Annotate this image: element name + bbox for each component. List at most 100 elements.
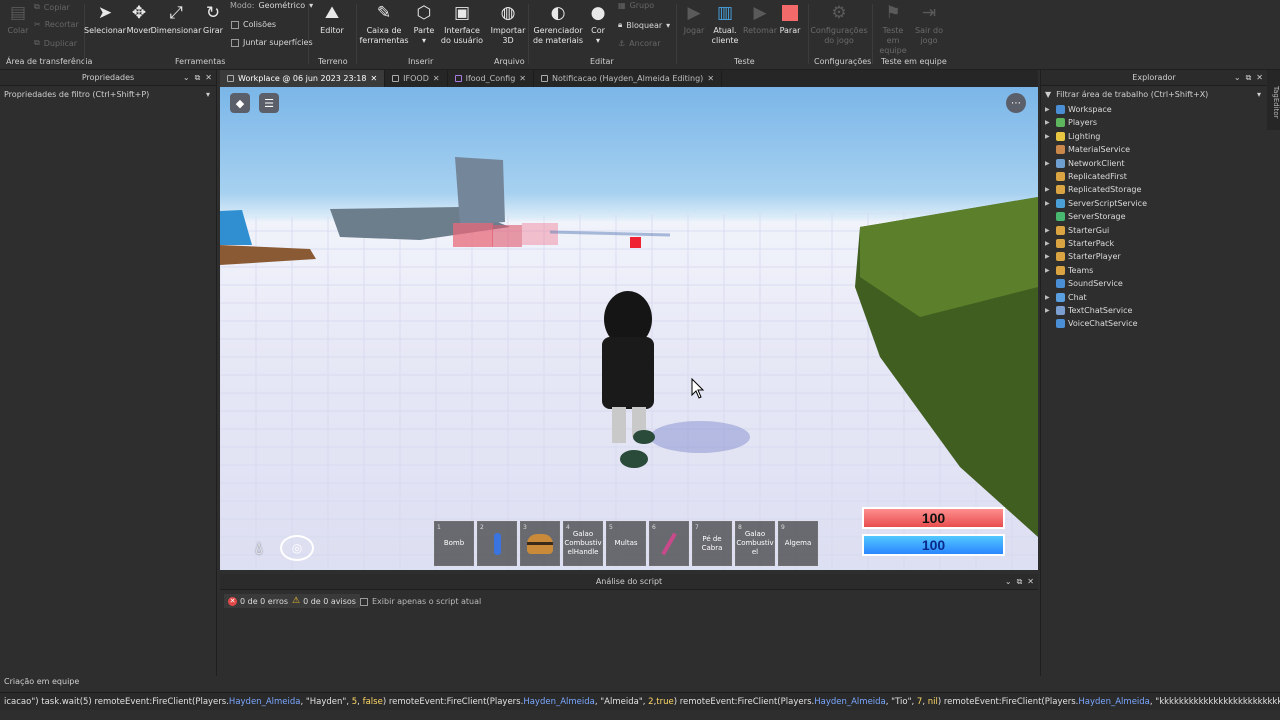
expand-arrow-icon[interactable]: ▶ — [1045, 240, 1053, 247]
hotbar-slot[interactable]: 4 Galao Combustiv elHandle — [563, 521, 603, 566]
game-viewport[interactable]: ◆ ☰ ⋯ 💧︎ ◎ — [220, 87, 1038, 570]
toolbox-button[interactable]: ✎ Caixa de ferramentas — [359, 2, 408, 46]
warning-icon: ⚠ — [292, 596, 301, 606]
tab-ifood[interactable]: IFOOD ✕ — [385, 70, 448, 87]
close-icon[interactable]: ✕ — [519, 74, 526, 83]
cut-button[interactable]: ✂ Recortar — [34, 20, 79, 29]
hotbar-slot[interactable]: 1 Bomb — [434, 521, 474, 566]
close-icon[interactable]: ✕ — [433, 74, 440, 83]
explorer-item-networkclient[interactable]: ▶ NetworkClient — [1045, 157, 1125, 170]
expand-arrow-icon[interactable]: ▶ — [1045, 294, 1053, 301]
duplicate-button[interactable]: ⧉ Duplicar — [34, 38, 77, 48]
explorer-item-textchatservice[interactable]: ▶ TextChatService — [1045, 304, 1132, 317]
only-current-script-checkbox[interactable]: Exibir apenas o script atual — [360, 597, 481, 606]
hotbar-slot[interactable]: 9 Algema — [778, 521, 818, 566]
hotbar-slot[interactable]: 8 Galao Combustiv el — [735, 521, 775, 566]
explorer-item-startergui[interactable]: ▶ StarterGui — [1045, 224, 1109, 237]
anchor-button[interactable]: ⚓︎ Ancorar — [618, 39, 661, 48]
user-interface-button[interactable]: ▣ Interface do usuário — [440, 2, 484, 46]
mode-dropdown[interactable]: Modo: Geométrico ▾ — [230, 1, 313, 10]
food-icon[interactable]: ◎ — [280, 535, 314, 561]
undock-icon[interactable]: ⧉ — [195, 73, 201, 83]
expand-arrow-icon[interactable]: ▶ — [1045, 267, 1053, 274]
explorer-item-replicatedstorage[interactable]: ▶ ReplicatedStorage — [1045, 183, 1141, 196]
expand-arrow-icon[interactable]: ▶ — [1045, 227, 1053, 234]
chevron-down-icon[interactable]: ⌄ — [183, 73, 190, 83]
command-token: nil — [927, 697, 938, 707]
properties-filter-input[interactable]: Propriedades de filtro (Ctrl+Shift+P) ▾ — [0, 87, 216, 101]
hotbar-slot[interactable]: 5 Multas — [606, 521, 646, 566]
expand-arrow-icon[interactable]: ▶ — [1045, 253, 1053, 260]
close-icon[interactable]: ✕ — [1256, 73, 1263, 83]
resume-button[interactable]: ▶ Retomar — [743, 2, 777, 36]
chat-toggle-icon[interactable]: ☰ — [259, 93, 279, 113]
explorer-item-starterplayer[interactable]: ▶ StarterPlayer — [1045, 250, 1121, 263]
expand-arrow-icon[interactable]: ▶ — [1045, 133, 1053, 140]
errors-filter-button[interactable]: ✕ 0 de 0 erros — [224, 594, 293, 608]
explorer-item-replicatedfirst[interactable]: ReplicatedFirst — [1045, 170, 1127, 183]
update-client-button[interactable]: ▥ Atual. cliente — [710, 2, 740, 46]
part-button[interactable]: ⬡ Parte ▾ — [412, 2, 436, 46]
scale-button[interactable]: ⤢ Dimensionar — [151, 2, 202, 36]
explorer-item-chat[interactable]: ▶ Chat — [1045, 291, 1087, 304]
command-bar-input[interactable]: icacao") task.wait(5) remoteEvent:FireCl… — [0, 692, 1280, 710]
terrain-editor-button[interactable]: ⛰ Editor — [315, 2, 349, 36]
expand-arrow-icon[interactable]: ▶ — [1045, 186, 1053, 193]
explorer-item-workspace[interactable]: ▶ Workspace — [1045, 103, 1112, 116]
explorer-item-starterpack[interactable]: ▶ StarterPack — [1045, 237, 1114, 250]
chevron-down-icon[interactable]: ⌄ — [1234, 73, 1241, 83]
explorer-item-materialservice[interactable]: MaterialService — [1045, 143, 1130, 156]
explorer-item-players[interactable]: ▶ Players — [1045, 116, 1097, 129]
explorer-item-label: Workspace — [1068, 105, 1112, 114]
water-drop-icon[interactable]: 💧︎ — [248, 537, 270, 559]
tab-workplace[interactable]: Workplace @ 06 jun 2023 23:18 ✕ — [220, 70, 386, 87]
collisions-checkbox[interactable]: Colisões — [231, 20, 276, 29]
explorer-item-teams[interactable]: ▶ Teams — [1045, 264, 1093, 277]
expand-arrow-icon[interactable]: ▶ — [1045, 119, 1053, 126]
close-icon[interactable]: ✕ — [205, 73, 212, 83]
team-test-button[interactable]: ⚑ Teste em equipe — [876, 2, 910, 56]
exit-game-button[interactable]: ⇥ Sair do jogo — [914, 2, 944, 46]
stop-button[interactable]: Parar — [778, 2, 802, 36]
explorer-item-soundservice[interactable]: SoundService — [1045, 277, 1123, 290]
paste-button[interactable]: ▤ Colar — [6, 2, 30, 36]
close-icon[interactable]: ✕ — [1027, 577, 1034, 587]
tab-ifood-config[interactable]: Ifood_Config ✕ — [448, 70, 534, 87]
explorer-item-serverstorage[interactable]: ServerStorage — [1045, 210, 1126, 223]
explorer-item-serverscriptservice[interactable]: ▶ ServerScriptService — [1045, 197, 1147, 210]
undock-icon[interactable]: ⧉ — [1017, 577, 1023, 587]
select-button[interactable]: ➤ Selecionar — [84, 2, 126, 36]
rotate-button[interactable]: ↻ Girar — [202, 2, 224, 36]
chevron-down-icon[interactable]: ⌄ — [1005, 577, 1012, 587]
tab-notificacao[interactable]: Notificacao (Hayden_Almeida Editing) ✕ — [534, 70, 723, 87]
cube-icon: ⬡ — [416, 3, 432, 23]
expand-arrow-icon[interactable]: ▶ — [1045, 106, 1053, 113]
play-button[interactable]: ▶ Jogar — [682, 2, 706, 36]
group-button[interactable]: ▦ Grupo — [618, 1, 654, 10]
move-button[interactable]: ✥ Mover — [126, 2, 152, 36]
more-options-icon[interactable]: ⋯ — [1006, 93, 1026, 113]
roblox-menu-icon[interactable]: ◆ — [230, 93, 250, 113]
game-settings-button[interactable]: ⚙ Configurações do jogo — [810, 2, 867, 46]
hotbar-slot[interactable]: 7 Pé de Cabra — [692, 521, 732, 566]
color-button[interactable]: ● Cor ▾ — [587, 2, 609, 46]
lock-button[interactable]: 🔒︎ Bloquear ▾ — [618, 20, 670, 30]
join-surfaces-checkbox[interactable]: Juntar superfícies — [231, 38, 313, 47]
expand-arrow-icon[interactable]: ▶ — [1045, 307, 1053, 314]
import-3d-button[interactable]: ◍ Importar 3D — [490, 2, 526, 46]
explorer-item-voicechatservice[interactable]: VoiceChatService — [1045, 317, 1138, 330]
copy-button[interactable]: ⧉ Copiar — [34, 2, 70, 12]
material-manager-button[interactable]: ◐ Gerenciador de materiais — [532, 2, 584, 46]
close-icon[interactable]: ✕ — [707, 74, 714, 83]
hotbar-slot[interactable]: 2 — [477, 521, 517, 566]
close-icon[interactable]: ✕ — [370, 74, 377, 83]
hotbar-slot[interactable]: 3 — [520, 521, 560, 566]
expand-arrow-icon[interactable]: ▶ — [1045, 160, 1053, 167]
warnings-filter-button[interactable]: ⚠ 0 de 0 avisos — [288, 594, 360, 608]
tag-editor-side-tab[interactable]: TagEditor — [1267, 70, 1280, 130]
hotbar-slot[interactable]: 6 — [649, 521, 689, 566]
explorer-item-lighting[interactable]: ▶ Lighting — [1045, 130, 1100, 143]
expand-arrow-icon[interactable]: ▶ — [1045, 200, 1053, 207]
explorer-filter-input[interactable]: ▼ Filtrar área de trabalho (Ctrl+Shift+X… — [1041, 87, 1267, 101]
undock-icon[interactable]: ⧉ — [1246, 73, 1252, 83]
